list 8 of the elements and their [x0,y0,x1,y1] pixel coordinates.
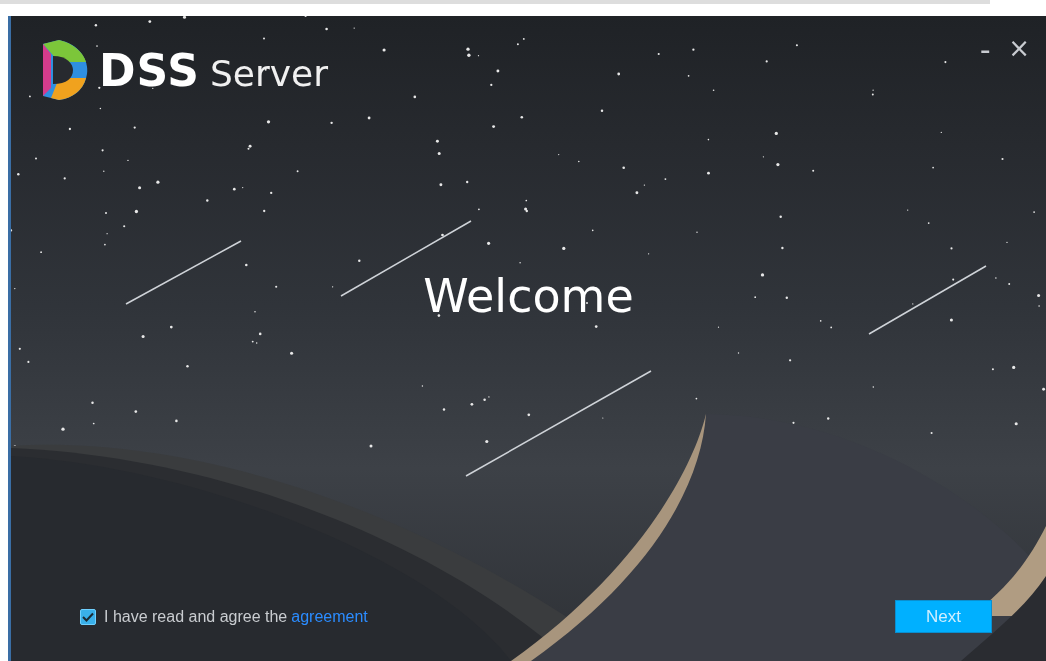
agreement-text: I have read and agree the [104,607,288,626]
minimize-button[interactable]: – [976,38,995,61]
logo-brand-text: DSS [99,44,200,96]
logo-product-text: Server [209,52,328,94]
agreement-link[interactable]: agreement [291,607,368,626]
checkmark-icon [82,611,94,622]
welcome-heading: Welcome [423,269,634,323]
close-button[interactable]: × [1004,35,1034,61]
